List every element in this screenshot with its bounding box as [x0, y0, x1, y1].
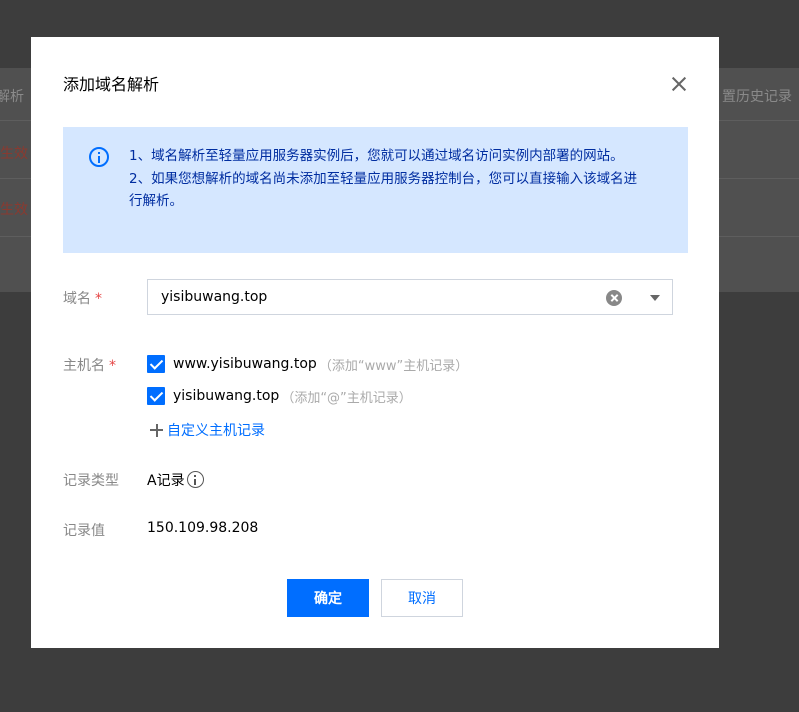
dialog-title: 添加域名解析 [63, 75, 160, 94]
domain-label-text: 域名 [63, 291, 91, 307]
checkbox-root[interactable] [147, 387, 165, 405]
close-icon[interactable] [669, 74, 689, 94]
option-hint: （添加“@”主机记录） [281, 390, 412, 406]
hostname-option-www[interactable]: www.yisibuwang.top （添加“www”主机记录） [147, 354, 468, 374]
option-label: www.yisibuwang.top [173, 356, 317, 372]
record-type-value: A记录 [147, 470, 204, 490]
notice-text: 1、域名解析至轻量应用服务器实例后，您就可以通过域名访问实例内部署的网站。 2、… [129, 145, 649, 213]
plus-icon [150, 423, 163, 437]
notice-line-2: 2、如果您想解析的域名尚未添加至轻量应用服务器控制台，您可以直接输入该域名进行解… [129, 170, 638, 210]
confirm-button[interactable]: 确定 [287, 579, 369, 617]
chevron-down-icon[interactable] [650, 295, 660, 301]
background-header-text: 解析 [0, 89, 24, 105]
domain-select[interactable]: yisibuwang.top [147, 279, 673, 315]
domain-label: 域名 * [63, 288, 102, 308]
add-custom-label: 自定义主机记录 [167, 423, 265, 439]
background-status-text: 未生效 [0, 146, 28, 162]
hostname-label: 主机名 * [63, 355, 116, 375]
notice-box: 1、域名解析至轻量应用服务器实例后，您就可以通过域名访问实例内部署的网站。 2、… [63, 127, 688, 253]
option-label: yisibuwang.top [173, 388, 280, 404]
notice-line-1: 1、域名解析至轻量应用服务器实例后，您就可以通过域名访问实例内部署的网站。 [129, 148, 624, 164]
hostname-label-text: 主机名 [63, 358, 105, 374]
info-icon [89, 147, 109, 167]
hostname-option-root[interactable]: yisibuwang.top （添加“@”主机记录） [147, 386, 412, 406]
domain-value: yisibuwang.top [161, 289, 268, 305]
help-icon[interactable] [186, 471, 204, 488]
add-dns-dialog: 添加域名解析 1、域名解析至轻量应用服务器实例后，您就可以通过域名访问实例内部署… [31, 37, 719, 648]
clear-icon[interactable] [606, 290, 622, 306]
record-value: 150.109.98.208 [147, 520, 259, 536]
option-hint: （添加“www”主机记录） [318, 358, 469, 374]
checkbox-www[interactable] [147, 355, 165, 373]
background-status-text: 未生效 [0, 202, 28, 218]
add-custom-host-link[interactable]: 自定义主机记录 [150, 420, 265, 440]
record-value-label: 记录值 [63, 523, 105, 539]
background-history-link: 置历史记录 [722, 89, 792, 105]
required-mark: * [95, 291, 102, 307]
record-type-text: A记录 [147, 473, 185, 489]
required-mark: * [109, 358, 116, 374]
cancel-button[interactable]: 取消 [381, 579, 463, 617]
record-type-label: 记录类型 [63, 473, 119, 489]
